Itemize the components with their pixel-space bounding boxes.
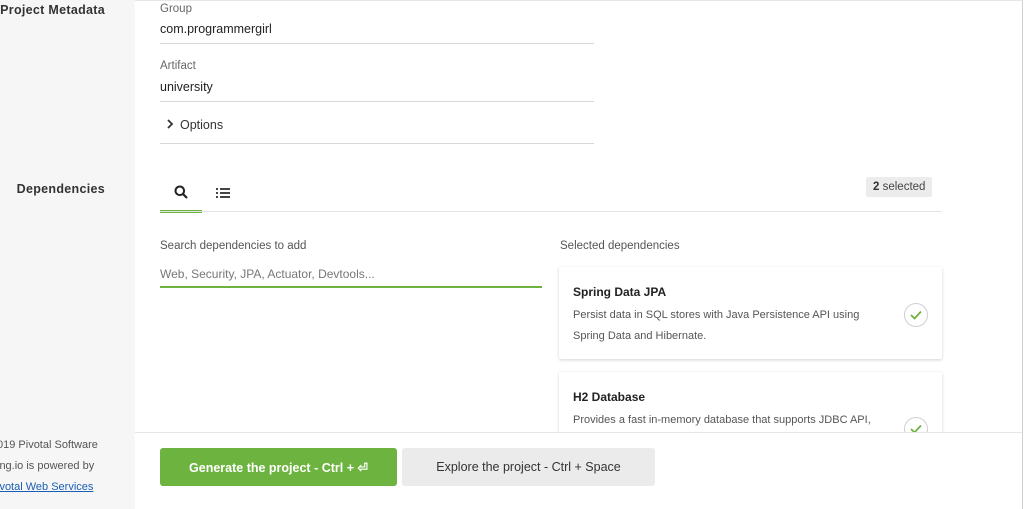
footer-pivotal-link[interactable]: ivotal Web Services xyxy=(0,481,93,493)
dependency-description: Persist data in SQL stores with Java Per… xyxy=(573,309,860,342)
chevron-right-icon xyxy=(166,118,174,132)
tab-search[interactable] xyxy=(160,178,202,213)
footer-powered-by: ing.io is powered by xyxy=(0,460,95,472)
selected-dependencies-label: Selected dependencies xyxy=(560,240,680,252)
search-icon xyxy=(174,185,188,204)
footer-copyright: 019 Pivotal Software xyxy=(0,439,98,451)
selected-count-badge: 2 selected xyxy=(866,177,933,197)
artifact-underline xyxy=(160,101,594,102)
search-input[interactable] xyxy=(160,262,542,288)
sidebar: Project Metadata Dependencies 019 Pivota… xyxy=(0,0,135,509)
group-underline xyxy=(160,43,594,44)
options-underline xyxy=(160,143,594,144)
dependencies-label: Dependencies xyxy=(16,182,105,196)
group-label: Group xyxy=(160,3,192,15)
generate-project-button[interactable]: Generate the project - Ctrl + ⏎ xyxy=(160,448,397,486)
dependency-title: H2 Database xyxy=(573,390,646,404)
list-icon xyxy=(216,186,230,204)
project-metadata-label: Project Metadata xyxy=(0,3,105,17)
options-toggle[interactable]: Options xyxy=(166,118,223,132)
artifact-label: Artifact xyxy=(160,60,196,72)
dependency-title: Spring Data JPA xyxy=(573,285,667,299)
options-label: Options xyxy=(180,118,224,132)
check-icon[interactable] xyxy=(904,303,928,327)
artifact-field[interactable]: university xyxy=(160,80,213,94)
search-label: Search dependencies to add xyxy=(160,240,307,252)
explore-project-button[interactable]: Explore the project - Ctrl + Space xyxy=(402,448,655,486)
dependency-card-spring-data-jpa[interactable]: Spring Data JPA Persist data in SQL stor… xyxy=(559,267,942,359)
tabs-divider xyxy=(160,211,942,212)
tab-list[interactable] xyxy=(202,178,244,212)
selected-count: 2 xyxy=(873,181,880,193)
selected-suffix: selected xyxy=(882,181,926,193)
dependency-description: Provides a fast in-memory database that … xyxy=(573,414,871,426)
group-field[interactable]: com.programmergirl xyxy=(160,22,272,36)
